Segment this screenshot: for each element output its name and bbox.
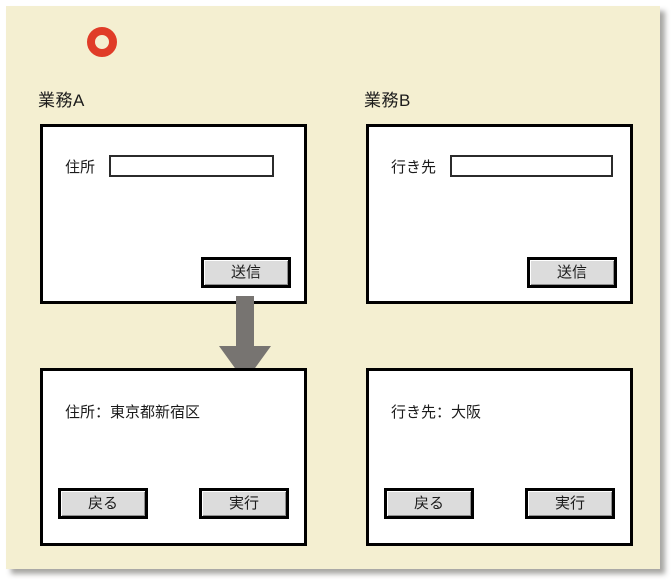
input-screen-window: 住所 送信 xyxy=(40,124,307,304)
submit-button[interactable]: 送信 xyxy=(527,257,617,288)
back-button[interactable]: 戻る xyxy=(384,488,474,519)
result-screen-window: 行き先：大阪 戻る 実行 xyxy=(366,368,633,546)
destination-field-row: 行き先 xyxy=(391,155,614,177)
destination-field-label: 行き先 xyxy=(391,158,437,176)
result-text: 行き先：大阪 xyxy=(391,404,482,421)
address-field-label: 住所 xyxy=(65,158,96,176)
result-text: 住所：東京都新宿区 xyxy=(65,404,201,421)
flow-column-gyomu-b: 業務B 行き先 送信 行き先：大阪 戻る 実行 xyxy=(354,6,634,569)
column-title: 業務B xyxy=(364,91,411,110)
diagram-canvas: 業務A 住所 送信 住所：東京都新宿区 戻る 実行 業務B 行き先 送信 行き先… xyxy=(0,0,672,583)
execute-button[interactable]: 実行 xyxy=(525,488,615,519)
submit-button[interactable]: 送信 xyxy=(201,257,291,288)
back-button[interactable]: 戻る xyxy=(58,488,148,519)
address-field-row: 住所 xyxy=(65,155,275,177)
page-surface: 業務A 住所 送信 住所：東京都新宿区 戻る 実行 業務B 行き先 送信 行き先… xyxy=(6,6,660,569)
execute-button[interactable]: 実行 xyxy=(199,488,289,519)
input-screen-window: 行き先 送信 xyxy=(366,124,633,304)
column-title: 業務A xyxy=(38,91,85,110)
flow-column-gyomu-a: 業務A 住所 送信 住所：東京都新宿区 戻る 実行 xyxy=(28,6,308,569)
result-screen-window: 住所：東京都新宿区 戻る 実行 xyxy=(40,368,307,546)
destination-input[interactable] xyxy=(450,155,614,177)
address-input[interactable] xyxy=(109,155,275,177)
